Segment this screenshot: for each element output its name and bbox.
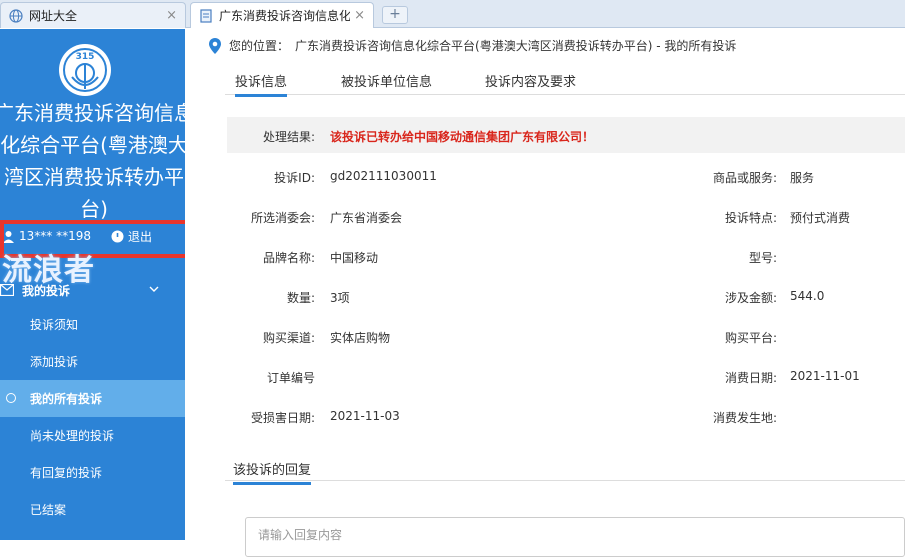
sidebar-item-unprocessed[interactable]: 尚未处理的投诉	[0, 417, 185, 454]
goods-service-label: 商品或服务:	[712, 171, 777, 185]
complaint-id-value: gd202111030011	[330, 169, 437, 183]
goods-service-value: 服务	[790, 171, 815, 185]
sidebar-item-closed[interactable]: 已结案	[0, 491, 185, 528]
consume-date-label: 消费日期:	[724, 371, 777, 385]
model-label: 型号:	[748, 251, 777, 265]
detail-tabs: 投诉信息 被投诉单位信息 投诉内容及要求	[225, 65, 905, 97]
amount-value: 544.0	[790, 289, 825, 303]
close-icon[interactable]: ×	[166, 8, 177, 23]
menu-header-my-complaints[interactable]: 我的投诉	[0, 277, 185, 303]
damage-date-value: 2021-11-03	[330, 409, 400, 423]
complaint-feature-label: 投诉特点:	[724, 211, 777, 225]
result-value: 该投诉已转办给中国移动通信集团广东有限公司！	[330, 130, 595, 144]
breadcrumb-label: 您的位置：	[229, 39, 290, 53]
consumer-council-label: 所选消委会:	[250, 211, 315, 225]
brand-label: 品牌名称:	[262, 251, 315, 265]
tab-respondent-info[interactable]: 被投诉单位信息	[341, 71, 432, 90]
document-icon	[200, 8, 212, 23]
tab-complaint-reply[interactable]: 该投诉的回复	[233, 459, 312, 485]
svg-text:315: 315	[76, 52, 95, 62]
result-row: 处理结果: 该投诉已转办给中国移动通信集团广东有限公司！	[227, 117, 905, 153]
sidebar-item-label: 有回复的投诉	[30, 466, 103, 480]
browser-tab-label: 网址大全	[29, 9, 78, 23]
sidebar-item-all-complaints[interactable]: 我的所有投诉	[0, 380, 185, 417]
sidebar-item-label: 我的所有投诉	[30, 392, 103, 406]
browser-tab-complaint-platform[interactable]: 广东消费投诉咨询信息化 ×	[190, 2, 374, 28]
mail-icon	[0, 284, 14, 296]
breadcrumb-path[interactable]: 广东消费投诉咨询信息化综合平台(粤港澳大湾区消费投诉转办平台) - 我的所有投诉	[295, 37, 736, 54]
globe-icon	[9, 8, 23, 23]
sidebar-item-label: 尚未处理的投诉	[30, 429, 115, 443]
complaint-info-panel: 处理结果: 该投诉已转办给中国移动通信集团广东有限公司！ 投诉ID: gd202…	[227, 117, 905, 437]
close-icon[interactable]: ×	[354, 8, 365, 23]
brand-value: 中国移动	[330, 251, 379, 265]
damage-date-label: 受损害日期:	[250, 411, 315, 425]
sidebar: 315 广东消费投诉咨询信息化综合平台(粤港澳大湾区消费投诉转办平台) 13**…	[0, 29, 185, 540]
main-content: 您的位置： 广东消费投诉咨询信息化综合平台(粤港澳大湾区消费投诉转办平台) - …	[185, 29, 905, 557]
tab-complaint-content[interactable]: 投诉内容及要求	[485, 71, 576, 90]
menu-header-label: 我的投诉	[22, 283, 71, 298]
radio-circle-icon	[6, 393, 16, 403]
reply-input[interactable]: 请输入回复内容	[245, 517, 905, 557]
channel-label: 购买渠道:	[262, 331, 315, 345]
sidebar-item-complaint-notice[interactable]: 投诉须知	[0, 306, 185, 343]
consume-date-value: 2021-11-01	[790, 369, 860, 383]
platform-title: 广东消费投诉咨询信息化综合平台(粤港澳大湾区消费投诉转办平台)	[0, 101, 185, 221]
quantity-value: 3项	[330, 291, 350, 305]
complaint-feature-value: 预付式消费	[790, 211, 851, 225]
location-pin-icon	[209, 37, 221, 54]
browser-tab-label: 广东消费投诉咨询信息化	[219, 9, 351, 23]
new-tab-button[interactable]: +	[382, 6, 408, 24]
sidebar-item-add-complaint[interactable]: 添加投诉	[0, 343, 185, 380]
channel-value: 实体店购物	[330, 331, 391, 345]
browser-tab-url-directory[interactable]: 网址大全 ×	[0, 2, 186, 28]
result-label: 处理结果:	[262, 130, 315, 144]
amount-label: 涉及金额:	[724, 291, 777, 305]
consumer-council-value: 广东省消委会	[330, 211, 403, 225]
sidebar-item-label: 已结案	[30, 503, 67, 517]
platform-label: 购买平台:	[724, 331, 777, 345]
consume-place-label: 消费发生地:	[712, 411, 777, 425]
sidebar-item-replied[interactable]: 有回复的投诉	[0, 454, 185, 491]
tab-complaint-info[interactable]: 投诉信息	[235, 71, 288, 97]
order-no-label: 订单编号	[266, 371, 315, 385]
sidebar-item-label: 添加投诉	[30, 355, 79, 369]
chevron-down-icon[interactable]	[148, 283, 160, 295]
browser-tab-bar: 网址大全 × 广东消费投诉咨询信息化 × +	[0, 0, 905, 28]
quantity-label: 数量:	[286, 291, 315, 305]
reply-tabs: 该投诉的回复	[225, 455, 905, 485]
complaint-id-label: 投诉ID:	[274, 171, 315, 185]
sidebar-item-label: 投诉须知	[30, 318, 79, 332]
consumer-council-logo-icon: 315	[59, 44, 111, 96]
breadcrumb: 您的位置： 广东消费投诉咨询信息化综合平台(粤港澳大湾区消费投诉转办平台) - …	[209, 37, 736, 54]
